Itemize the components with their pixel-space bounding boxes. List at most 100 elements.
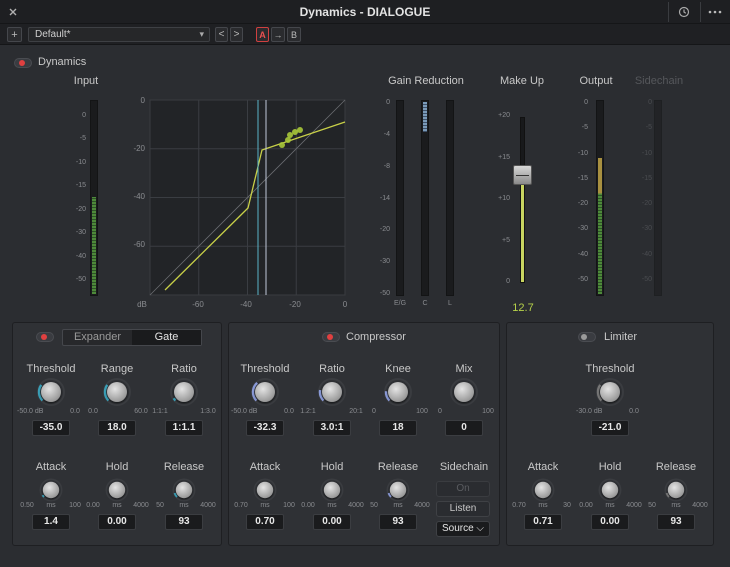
scale-tick-label: -14 xyxy=(379,194,390,202)
compressor-power-toggle[interactable] xyxy=(322,332,340,342)
comp-ratio-value[interactable]: 3.0:1 xyxy=(313,420,351,436)
sidechain-meter-title: Sidechain xyxy=(634,75,684,87)
limiter-release-value[interactable]: 93 xyxy=(657,514,695,530)
transfer-curve-graph[interactable]: 0-20-40-60dB-60-40-2001:1 xyxy=(130,95,360,310)
divider xyxy=(700,2,701,22)
scale-tick-label: -10 xyxy=(641,149,652,157)
sidechain-on-button[interactable]: On xyxy=(436,481,490,497)
gate-attack-knob[interactable] xyxy=(39,478,63,502)
graph-x-tick-label: dB xyxy=(137,300,147,309)
comp-hold-value[interactable]: 0.00 xyxy=(313,514,351,530)
comp-release-unit: ms xyxy=(393,502,403,509)
arrow-right-icon: → xyxy=(273,29,283,40)
limiter-threshold-knob[interactable] xyxy=(596,378,624,406)
preset-value: Default* xyxy=(35,29,71,40)
limiter-threshold-value[interactable]: -21.0 xyxy=(591,420,629,436)
comp-knee-value[interactable]: 18 xyxy=(379,420,417,436)
mode-expander-button[interactable]: Expander xyxy=(63,330,132,345)
preset-bar: + Default* ▾ < > A → B xyxy=(0,24,730,45)
input-meter-level xyxy=(92,197,96,294)
gate-hold-min: 0.00 xyxy=(86,502,100,509)
makeup-value: 12.7 xyxy=(512,302,534,314)
gate-release-max: 4000 xyxy=(200,502,216,509)
scale-tick-label: +20 xyxy=(498,112,510,119)
comp-ratio-knob[interactable] xyxy=(318,378,346,406)
scale-tick-label: +10 xyxy=(498,195,510,202)
comp-hold-min: 0.00 xyxy=(301,502,315,509)
more-icon[interactable] xyxy=(704,0,726,24)
gate-threshold-knob[interactable] xyxy=(37,378,65,406)
comp-hold-knob[interactable] xyxy=(320,478,344,502)
limiter-hold-knob[interactable] xyxy=(598,478,622,502)
knob-face xyxy=(323,481,341,499)
next-preset-button[interactable]: > xyxy=(230,27,243,42)
gate-ratio-label: Ratio xyxy=(171,363,197,375)
comp-hold-unit: ms xyxy=(327,502,337,509)
scale-tick-label: -50 xyxy=(379,290,390,297)
gate-ratio-knob[interactable] xyxy=(170,378,198,406)
limiter-release-knob[interactable] xyxy=(664,478,688,502)
knob-face xyxy=(41,382,61,402)
expander-gate-power-toggle[interactable] xyxy=(36,332,54,342)
limiter-attack-value[interactable]: 0.71 xyxy=(524,514,562,530)
gate-attack-value[interactable]: 1.4 xyxy=(32,514,70,530)
limiter-power-toggle[interactable] xyxy=(578,332,596,342)
scale-tick-label: -20 xyxy=(641,200,652,208)
dynamics-power-toggle[interactable] xyxy=(14,58,32,68)
comp-threshold-value[interactable]: -32.3 xyxy=(246,420,284,436)
knob-face xyxy=(601,481,619,499)
comp-mix-value[interactable]: 0 xyxy=(445,420,483,436)
limiter-attack-knob[interactable] xyxy=(531,478,555,502)
gain-reduction-title: Gain Reduction xyxy=(388,75,464,87)
makeup-fader-handle[interactable] xyxy=(513,165,532,185)
comp-mix-knob[interactable] xyxy=(450,378,478,406)
limiter-threshold-label: Threshold xyxy=(585,363,635,375)
add-preset-button[interactable]: + xyxy=(7,27,22,42)
mode-gate-button[interactable]: Gate xyxy=(132,330,201,345)
gate-hold-value[interactable]: 0.00 xyxy=(98,514,136,530)
limiter-release-unit: ms xyxy=(671,502,681,509)
gate-release-label: Release xyxy=(163,461,205,473)
gate-release-knob[interactable] xyxy=(172,478,196,502)
sidechain-listen-button[interactable]: Listen xyxy=(436,501,490,517)
copy-a-to-b-button[interactable]: → xyxy=(271,27,285,42)
knob-face xyxy=(175,481,193,499)
graph-y-tick-label: -40 xyxy=(133,192,145,201)
comp-threshold-knob[interactable] xyxy=(251,378,279,406)
preset-select[interactable]: Default* ▾ xyxy=(28,27,210,42)
scale-tick-label: -10 xyxy=(75,158,86,166)
comp-knee-knob[interactable] xyxy=(384,378,412,406)
input-meter xyxy=(90,100,98,296)
scale-tick-label: -5 xyxy=(581,124,588,132)
gate-range-value[interactable]: 18.0 xyxy=(98,420,136,436)
sidechain-source-select[interactable]: Source ⌵ xyxy=(436,521,490,537)
comp-attack-knob[interactable] xyxy=(253,478,277,502)
scale-tick-label: -20 xyxy=(577,200,588,208)
limiter-hold-value[interactable]: 0.00 xyxy=(591,514,629,530)
gate-range-min: 0.0 xyxy=(88,408,98,415)
graph-x-tick-label: -40 xyxy=(240,300,252,309)
scale-tick-label: -40 xyxy=(577,250,588,258)
comp-release-knob[interactable] xyxy=(386,478,410,502)
gate-threshold-max: 0.0 xyxy=(70,408,80,415)
gate-release-value[interactable]: 93 xyxy=(165,514,203,530)
gate-ratio-value[interactable]: 1:1.1 xyxy=(165,420,203,436)
gate-range-knob[interactable] xyxy=(103,378,131,406)
comp-release-value[interactable]: 93 xyxy=(379,514,417,530)
comp-attack-value[interactable]: 0.70 xyxy=(246,514,284,530)
compare-a-button[interactable]: A xyxy=(256,27,269,42)
scale-tick-label: -30 xyxy=(75,229,86,237)
gate-attack-min: 0.50 xyxy=(20,502,34,509)
output-meter xyxy=(596,100,604,296)
history-icon[interactable] xyxy=(672,0,696,24)
compare-b-button[interactable]: B xyxy=(287,27,301,42)
chevron-down-icon: ▾ xyxy=(199,29,204,39)
prev-preset-button[interactable]: < xyxy=(215,27,228,42)
comp-attack-max: 100 xyxy=(283,502,295,509)
scale-tick-label: -40 xyxy=(75,252,86,260)
gate-release-unit: ms xyxy=(179,502,189,509)
comp-threshold-max: 0.0 xyxy=(284,408,294,415)
gate-hold-knob[interactable] xyxy=(105,478,129,502)
comp-attack-unit: ms xyxy=(260,502,270,509)
gate-threshold-value[interactable]: -35.0 xyxy=(32,420,70,436)
